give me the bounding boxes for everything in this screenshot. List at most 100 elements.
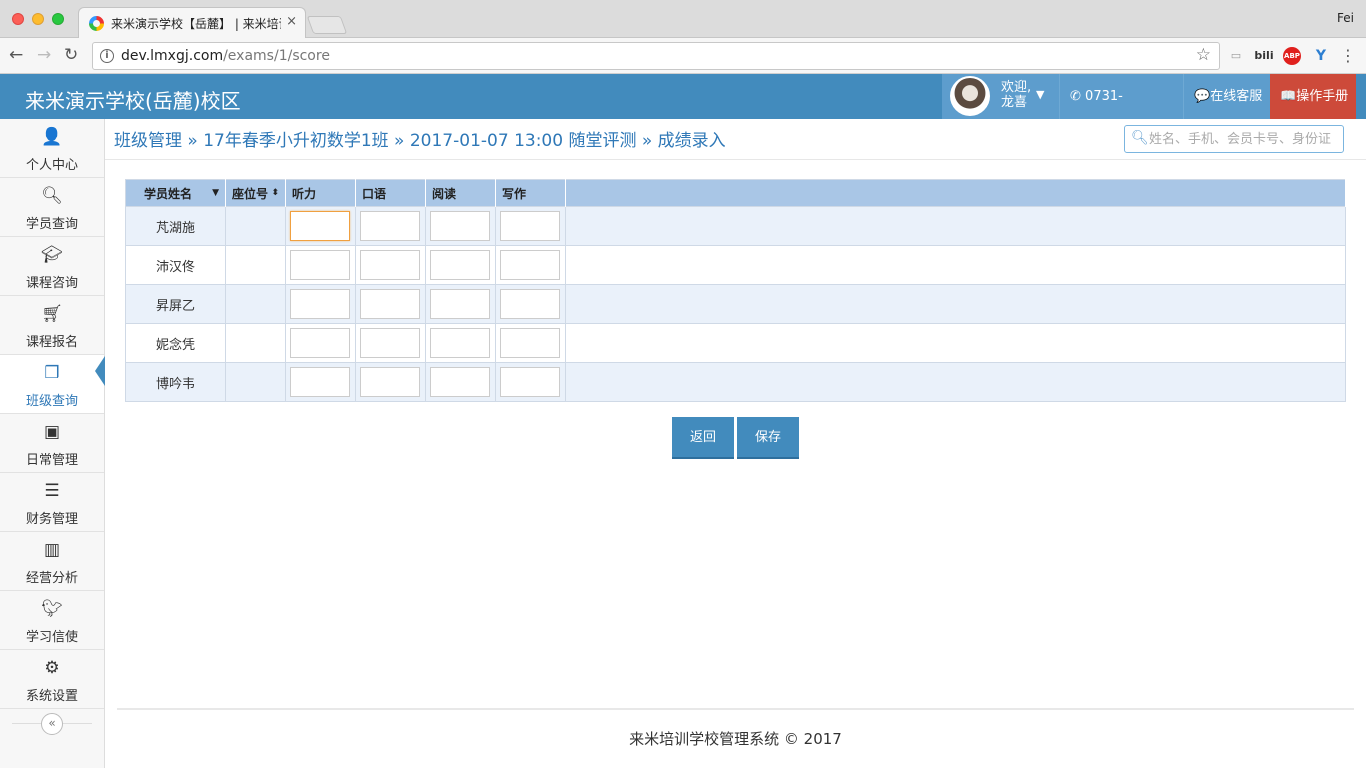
writing-score-input[interactable] — [500, 289, 560, 319]
table-row: 昇屏乙 — [125, 284, 1346, 324]
tab-title: 来米演示学校【岳麓】 | 来米培训 — [111, 17, 281, 31]
table-header-row: 学员姓名 ▼ 座位号 ⬍ 听力 口语 阅读 写作 — [125, 179, 1346, 207]
tab-close-icon[interactable]: × — [286, 14, 297, 29]
bookmark-star-icon[interactable]: ☆ — [1196, 45, 1211, 65]
score-cell — [355, 206, 426, 246]
site-info-icon[interactable]: i — [100, 49, 114, 63]
listening-score-input[interactable] — [290, 289, 350, 319]
sidebar-item-business-analysis[interactable]: ▥ 经营分析 — [0, 532, 104, 591]
listening-score-input[interactable] — [290, 211, 350, 241]
column-header-spacer — [565, 179, 1346, 207]
score-cell — [285, 245, 356, 285]
table-row: 妮念凭 — [125, 323, 1346, 363]
divider — [105, 159, 1366, 160]
url-host: dev.lmxgj.com — [121, 48, 224, 64]
score-cell — [285, 284, 356, 324]
listening-score-input[interactable] — [290, 250, 350, 280]
writing-score-input[interactable] — [500, 367, 560, 397]
gears-icon: ⚙ — [44, 658, 60, 678]
writing-score-input[interactable] — [500, 211, 560, 241]
sidebar-item-daily-management[interactable]: ▣ 日常管理 — [0, 414, 104, 473]
user-manual-link[interactable]: 📖操作手册 — [1270, 74, 1356, 119]
active-indicator-arrow — [95, 356, 105, 386]
url-text[interactable]: dev.lmxgj.com/exams/1/score — [121, 48, 330, 64]
column-header-seat[interactable]: 座位号 ⬍ — [225, 179, 286, 207]
save-button[interactable]: 保存 — [737, 417, 799, 459]
speaking-score-input[interactable] — [360, 367, 420, 397]
sidebar-item-class-search[interactable]: ❒ 班级查询 — [0, 355, 104, 414]
vue-devtools-icon[interactable]: Y — [1311, 47, 1331, 65]
seat-number — [225, 362, 286, 402]
score-cell — [285, 323, 356, 363]
listening-score-input[interactable] — [290, 328, 350, 358]
extension-icon[interactable]: ▭ — [1226, 47, 1246, 65]
score-cell — [495, 362, 566, 402]
sidebar-item-label: 课程咨询 — [25, 276, 78, 291]
column-header-student-name[interactable]: 学员姓名 ▼ — [125, 179, 226, 207]
seat-number — [225, 206, 286, 246]
writing-score-input[interactable] — [500, 328, 560, 358]
breadcrumb[interactable]: 班级管理 » 17年春季小升初数学1班 » 2017-01-07 13:00 随… — [114, 126, 726, 151]
sidebar-item-student-search[interactable]: 🔍︎ 学员查询 — [0, 178, 104, 237]
sidebar-item-system-settings[interactable]: ⚙ 系统设置 — [0, 650, 104, 709]
search-icon: 🔍︎ — [1131, 130, 1149, 146]
window-maximize-button[interactable] — [52, 13, 64, 25]
search-icon: 🔍︎ — [41, 186, 63, 206]
adblock-plus-icon[interactable]: ABP — [1283, 47, 1301, 65]
address-bar[interactable]: i dev.lmxgj.com/exams/1/score ☆ — [92, 42, 1220, 70]
online-service-link[interactable]: 💬在线客服 — [1183, 74, 1270, 119]
bilibili-extension-icon[interactable]: bili — [1254, 47, 1274, 65]
search-box[interactable]: 🔍︎ — [1124, 125, 1344, 153]
window-close-button[interactable] — [12, 13, 24, 25]
score-cell — [355, 284, 426, 324]
reading-score-input[interactable] — [430, 367, 490, 397]
speaking-score-input[interactable] — [360, 328, 420, 358]
reading-score-input[interactable] — [430, 211, 490, 241]
new-tab-button[interactable] — [306, 16, 348, 34]
cubes-icon: ❒ — [44, 363, 60, 383]
browser-tab[interactable]: 来米演示学校【岳麓】 | 来米培训 × — [78, 7, 306, 39]
sidebar-item-personal-center[interactable]: 👤 个人中心 — [0, 119, 104, 178]
user-menu[interactable]: 欢迎, 龙喜 ▼ — [942, 74, 1059, 119]
sidebar-item-course-consult[interactable]: 🎓︎ 课程咨询 — [0, 237, 104, 296]
reading-score-input[interactable] — [430, 289, 490, 319]
bars-icon: ☰ — [44, 481, 60, 501]
online-service-label: 在线客服 — [1210, 89, 1263, 104]
student-name: 博吟韦 — [125, 362, 226, 402]
column-header-speaking: 口语 — [355, 179, 426, 207]
forward-arrow-icon[interactable]: → — [37, 45, 51, 65]
speaking-score-input[interactable] — [360, 250, 420, 280]
profile-name[interactable]: Fei — [1337, 11, 1354, 25]
sidebar-item-finance[interactable]: ☰ 财务管理 — [0, 473, 104, 532]
graduation-cap-icon: 🎓︎ — [41, 245, 63, 265]
speaking-score-input[interactable] — [360, 289, 420, 319]
speaking-score-input[interactable] — [360, 211, 420, 241]
listening-score-input[interactable] — [290, 367, 350, 397]
return-button[interactable]: 返回 — [672, 417, 734, 459]
phone-contact[interactable]: ✆ 0731-84323130 — [1059, 74, 1183, 149]
back-arrow-icon[interactable]: ← — [9, 45, 23, 65]
sidebar-item-label: 课程报名 — [25, 335, 78, 350]
reload-icon[interactable]: ↻ — [64, 45, 78, 65]
sidebar-item-learning-messenger[interactable]: 🐦︎ 学习信使 — [0, 591, 104, 650]
table-row: 芃湖施 — [125, 206, 1346, 246]
sidebar-item-course-enroll[interactable]: 🛒︎ 课程报名 — [0, 296, 104, 355]
user-icon: 👤 — [41, 127, 63, 147]
score-cell — [425, 284, 496, 324]
browser-menu-icon[interactable]: ⋮ — [1340, 47, 1356, 65]
column-header-listening: 听力 — [285, 179, 356, 207]
sidebar-item-label: 日常管理 — [25, 453, 78, 468]
bar-chart-icon: ▥ — [43, 540, 61, 560]
table-row: 沛汉佟 — [125, 245, 1346, 285]
cart-icon: 🛒︎ — [41, 304, 63, 324]
browser-toolbar: ← → ↻ i dev.lmxgj.com/exams/1/score ☆ ▭ … — [0, 38, 1366, 74]
writing-score-input[interactable] — [500, 250, 560, 280]
welcome-text: 欢迎, 龙喜 — [1001, 80, 1031, 110]
reading-score-input[interactable] — [430, 250, 490, 280]
score-cell — [425, 323, 496, 363]
student-name: 妮念凭 — [125, 323, 226, 363]
window-minimize-button[interactable] — [32, 13, 44, 25]
search-input[interactable] — [1149, 130, 1339, 148]
student-name: 昇屏乙 — [125, 284, 226, 324]
reading-score-input[interactable] — [430, 328, 490, 358]
